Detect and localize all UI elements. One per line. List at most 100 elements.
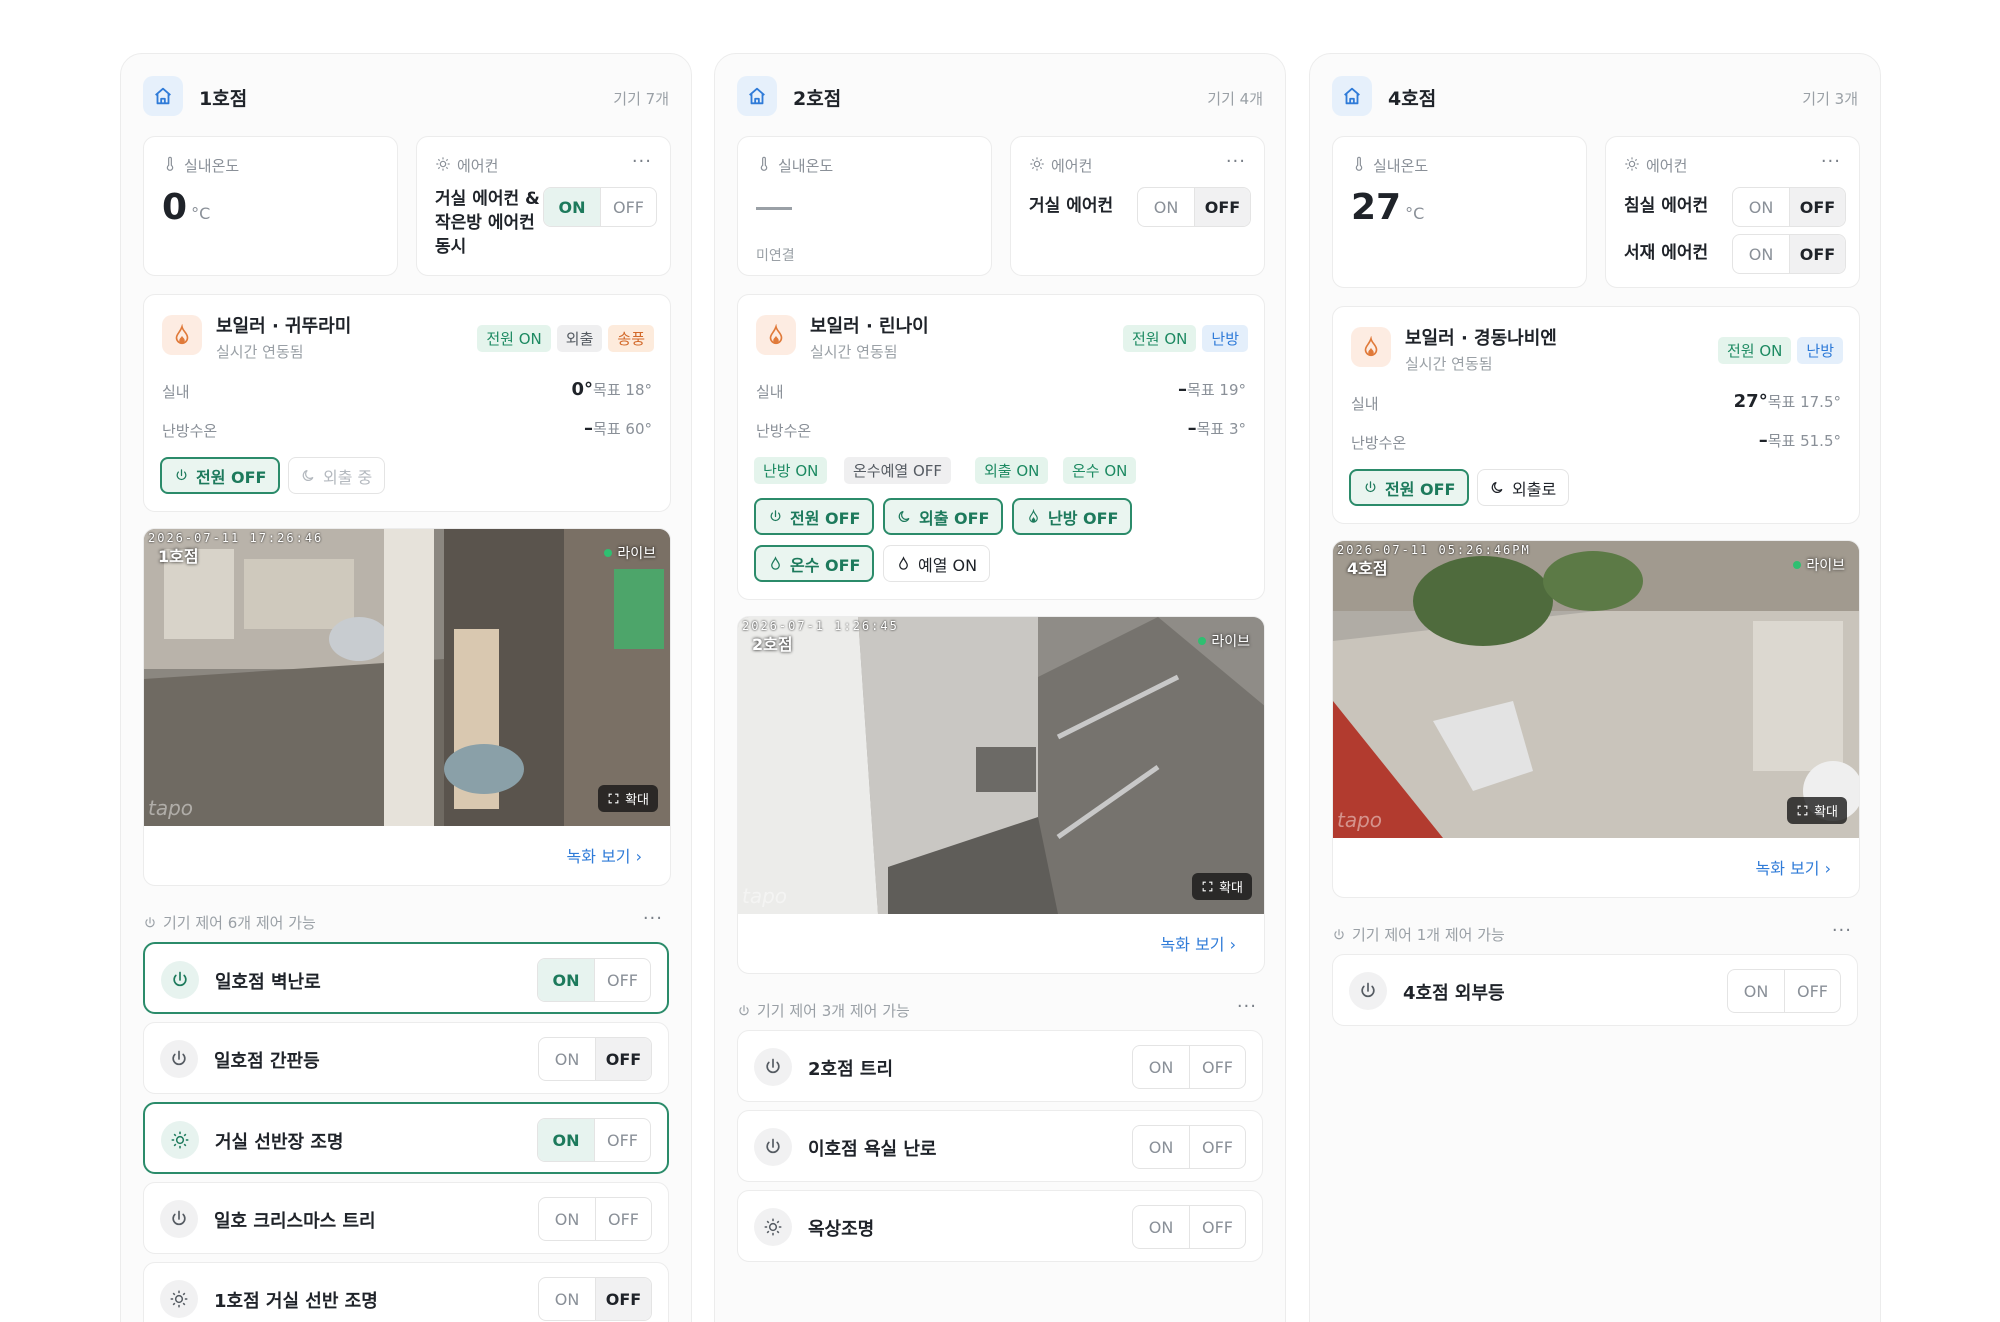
away-off-button[interactable]: 외출 OFF bbox=[883, 498, 1004, 535]
aircon-toggle[interactable]: ON OFF bbox=[1137, 187, 1251, 227]
on-option[interactable]: ON bbox=[539, 1038, 595, 1080]
device-toggle[interactable]: ON OFF bbox=[538, 1197, 652, 1241]
on-option[interactable]: ON bbox=[1133, 1046, 1189, 1088]
off-option[interactable]: OFF bbox=[1189, 1206, 1245, 1248]
store-panel-1: 1호점 기기 7개 실내온도 0 °C 에어컨 ··· 거실 에어컨 &작은방 에… bbox=[120, 53, 692, 1322]
on-option[interactable]: ON bbox=[539, 1278, 595, 1320]
store-panel-2: 2호점 기기 4개 실내온도 미연결 에어컨 ··· 거실 에어컨 ON OFF… bbox=[714, 53, 1286, 1322]
device-name: 일호점 간판등 bbox=[214, 1051, 320, 1072]
live-indicator: 라이브 bbox=[1793, 555, 1845, 575]
more-icon[interactable]: ··· bbox=[1821, 151, 1841, 172]
aircon-toggle[interactable]: ON OFF bbox=[1732, 187, 1846, 227]
expand-button[interactable]: 확대 bbox=[1787, 797, 1847, 824]
indoor-target: 목표 17.5° bbox=[1767, 393, 1841, 411]
off-option[interactable]: OFF bbox=[1789, 188, 1845, 226]
off-option[interactable]: OFF bbox=[595, 1038, 651, 1080]
indoor-label: 실내 bbox=[162, 383, 190, 401]
device-row: 4호점 외부등 ON OFF bbox=[1332, 954, 1858, 1026]
power-icon bbox=[754, 1048, 792, 1086]
preheat-on-button[interactable]: 예열 ON bbox=[883, 545, 991, 582]
aircon-toggle[interactable]: ON OFF bbox=[1732, 234, 1846, 274]
off-option[interactable]: OFF bbox=[1784, 970, 1840, 1012]
store-name: 2호점 bbox=[793, 88, 842, 110]
off-option[interactable]: OFF bbox=[1189, 1046, 1245, 1088]
snowflake-icon bbox=[435, 156, 451, 176]
aircon-card: 에어컨 ··· 거실 에어컨 ON OFF bbox=[1010, 136, 1265, 276]
more-icon[interactable]: ··· bbox=[1832, 920, 1852, 941]
aircon-label: 에어컨 bbox=[1646, 157, 1688, 175]
view-recording-link[interactable]: 녹화 보기 › bbox=[1756, 855, 1831, 879]
power-off-button[interactable]: 전원 OFF bbox=[1349, 469, 1470, 506]
sun-icon bbox=[161, 1121, 199, 1159]
off-option[interactable]: OFF bbox=[1194, 188, 1250, 226]
indoor-temp-card: 실내온도 0 °C bbox=[143, 136, 398, 276]
expand-button[interactable]: 확대 bbox=[1192, 873, 1252, 900]
on-option[interactable]: ON bbox=[1133, 1126, 1189, 1168]
device-row: 1호점 거실 선반 조명 ON OFF bbox=[143, 1262, 669, 1322]
status-badge: 난방 bbox=[1797, 337, 1843, 364]
on-option[interactable]: ON bbox=[1133, 1206, 1189, 1248]
more-icon[interactable]: ··· bbox=[1237, 996, 1257, 1017]
on-option[interactable]: ON bbox=[539, 1198, 595, 1240]
on-option[interactable]: ON bbox=[538, 1119, 594, 1161]
on-option[interactable]: ON bbox=[544, 188, 600, 226]
indoor-temp-label: 실내온도 bbox=[778, 157, 834, 175]
status-badge: 외출 bbox=[556, 325, 603, 352]
device-toggle[interactable]: ON OFF bbox=[1727, 969, 1841, 1013]
on-option[interactable]: ON bbox=[1733, 235, 1789, 273]
off-option[interactable]: OFF bbox=[1789, 235, 1845, 273]
aircon-name: 거실 에어컨 bbox=[1029, 196, 1114, 216]
power-icon bbox=[160, 1200, 198, 1238]
power-off-button[interactable]: 전원 OFF bbox=[754, 498, 875, 535]
aircon-label: 에어컨 bbox=[457, 157, 499, 175]
live-indicator: 라이브 bbox=[1198, 631, 1250, 651]
view-recording-link[interactable]: 녹화 보기 › bbox=[1161, 931, 1236, 955]
more-icon[interactable]: ··· bbox=[643, 908, 663, 929]
device-toggle[interactable]: ON OFF bbox=[1132, 1205, 1246, 1249]
device-row: 2호점 트리 ON OFF bbox=[737, 1030, 1263, 1102]
off-option[interactable]: OFF bbox=[595, 1198, 651, 1240]
more-icon[interactable]: ··· bbox=[1226, 151, 1246, 172]
drop-icon bbox=[768, 556, 783, 571]
on-option[interactable]: ON bbox=[1138, 188, 1194, 226]
camera-feed[interactable]: 2026-07-1 1:26:45 2호점 라이브 tapo 확대 bbox=[738, 617, 1264, 914]
camera-feed[interactable]: 2026-07-11 05:26:46PM 4호점 라이브 tapo 확대 bbox=[1333, 541, 1859, 838]
more-icon[interactable]: ··· bbox=[632, 151, 652, 172]
indoor-temp-unit: °C bbox=[191, 204, 211, 223]
device-toggle[interactable]: ON OFF bbox=[537, 958, 651, 1002]
camera-feed[interactable]: 2026-07-11 17:26:46 1호점 라이브 tapo 확대 bbox=[144, 529, 670, 826]
device-toggle[interactable]: ON OFF bbox=[538, 1037, 652, 1081]
on-option[interactable]: ON bbox=[1728, 970, 1784, 1012]
device-control-header: 기기 제어 1개 제어 가능 ··· bbox=[1332, 920, 1858, 946]
device-toggle[interactable]: ON OFF bbox=[1132, 1045, 1246, 1089]
hot-water-off-button[interactable]: 온수 OFF bbox=[754, 545, 875, 582]
camera-name: 4호점 bbox=[1347, 559, 1388, 578]
device-count: 기기 4개 bbox=[1207, 90, 1263, 108]
off-option[interactable]: OFF bbox=[594, 1119, 650, 1161]
off-option[interactable]: OFF bbox=[595, 1278, 651, 1320]
expand-button[interactable]: 확대 bbox=[598, 785, 658, 812]
camera-watermark: tapo bbox=[742, 884, 788, 908]
heating-off-button[interactable]: 난방 OFF bbox=[1012, 498, 1133, 535]
power-icon bbox=[1332, 928, 1346, 942]
device-toggle[interactable]: ON OFF bbox=[1132, 1125, 1246, 1169]
away-button[interactable]: 외출로 bbox=[1477, 469, 1570, 506]
off-option[interactable]: OFF bbox=[1189, 1126, 1245, 1168]
off-option[interactable]: OFF bbox=[600, 188, 656, 226]
status-badge: 전원 ON bbox=[1122, 325, 1197, 352]
away-button[interactable]: 외출 중 bbox=[288, 457, 386, 494]
off-option[interactable]: OFF bbox=[594, 959, 650, 1001]
store-header: 1호점 기기 7개 bbox=[143, 76, 669, 116]
indoor-temp-card: 실내온도 27 °C bbox=[1332, 136, 1587, 288]
on-option[interactable]: ON bbox=[538, 959, 594, 1001]
aircon-toggle[interactable]: ON OFF bbox=[543, 187, 657, 227]
device-toggle[interactable]: ON OFF bbox=[537, 1118, 651, 1162]
power-off-button[interactable]: 전원 OFF bbox=[160, 457, 281, 494]
on-option[interactable]: ON bbox=[1733, 188, 1789, 226]
device-toggle[interactable]: ON OFF bbox=[538, 1277, 652, 1321]
view-recording-link[interactable]: 녹화 보기 › bbox=[567, 843, 642, 867]
water-temp-label: 난방수온 bbox=[1351, 434, 1407, 452]
device-name: 일호 크리스마스 트리 bbox=[214, 1211, 376, 1232]
home-icon bbox=[1332, 76, 1372, 116]
indoor-temp-value: 27 bbox=[1351, 187, 1402, 228]
